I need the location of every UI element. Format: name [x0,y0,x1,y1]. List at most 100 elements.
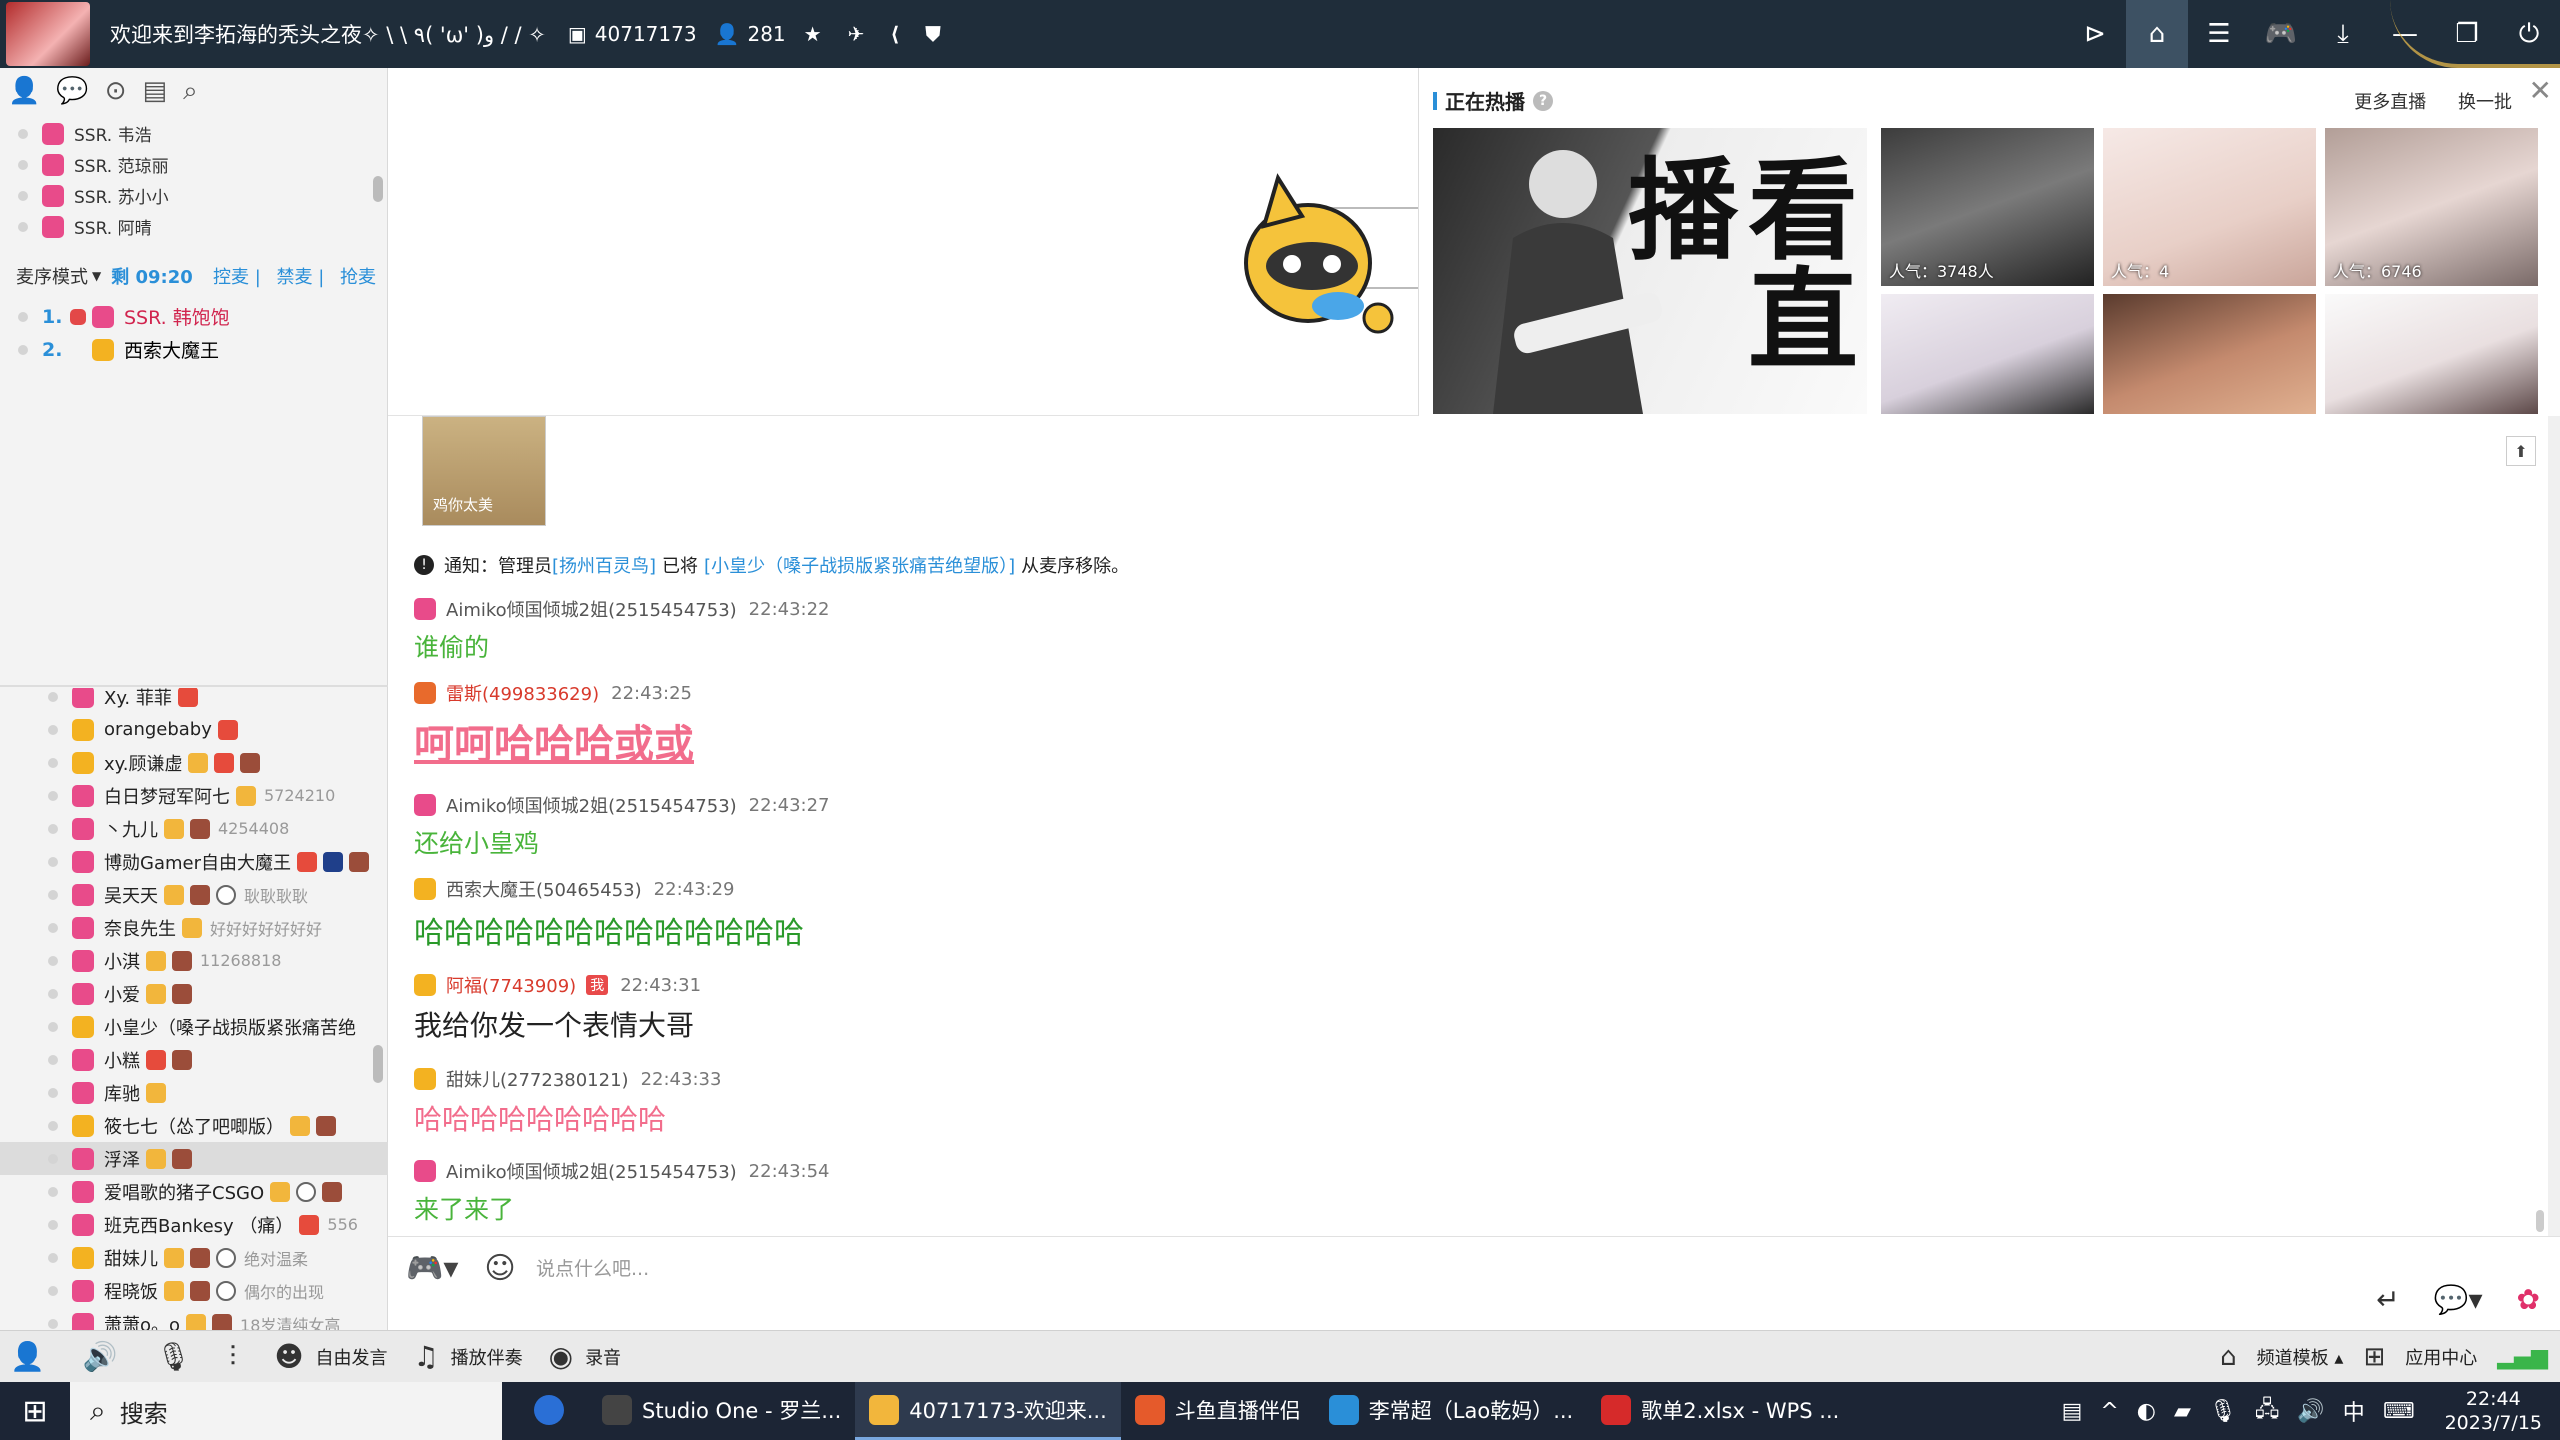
list-item[interactable]: 浮泽 [0,1142,388,1175]
list-item[interactable]: orangebaby [0,713,388,746]
help-icon[interactable]: ? [1533,90,1553,111]
list-item[interactable]: 丶九儿 4254408 [0,812,388,845]
sender-name[interactable]: Aimiko倾国倾城2姐(2515454753) [446,596,737,622]
taskbar-clock[interactable]: 22:44 2023/7/15 [2445,1387,2542,1435]
list-item[interactable]: Xy. 菲菲 [0,688,388,713]
speaker-button[interactable]: 🔊 [83,1340,130,1373]
channel-avatar[interactable] [6,2,90,66]
minimize-button[interactable]: — [2374,0,2436,68]
queue-item[interactable]: 2. 西索大魔王 [0,333,388,366]
live-thumb[interactable] [1881,294,2094,414]
close-icon[interactable]: ✕ [2529,74,2552,107]
channel-home-icon[interactable]: ⌂ [2220,1342,2237,1372]
list-item[interactable]: 小糕 [0,1043,388,1076]
list-item[interactable]: 甜妹儿 绝对温柔 [0,1241,388,1274]
list-item[interactable]: 爱唱歌的猪子CSGO [0,1175,388,1208]
search-icon[interactable]: ⌕ [183,76,198,107]
send-icon[interactable]: ↵ [2376,1283,2399,1316]
restore-button[interactable]: ❐ [2436,0,2498,68]
list-item[interactable]: xy.顾谦虚 [0,746,388,779]
taskbar-app[interactable]: 40717173-欢迎来... [855,1382,1121,1440]
admin-link[interactable]: [扬州百灵鸟] [552,552,656,578]
live-thumb[interactable]: 人气：6746 [2325,128,2538,286]
sender-name[interactable]: 甜妹儿(2772380121) [446,1066,629,1092]
taskbar-app[interactable]: Studio One - 罗兰... [588,1382,855,1440]
list-item[interactable]: SSR. 韦浩 [0,118,387,149]
list-item[interactable]: SSR. 苏小小 [0,180,387,211]
channel-template-button[interactable]: 频道模板 ▴ [2257,1344,2344,1370]
share-button[interactable]: ⟨ [890,22,907,46]
list-item[interactable]: 吴天天 耿耿耿耿 [0,878,388,911]
list-item[interactable]: 小淇 11268818 [0,944,388,977]
chat-input[interactable] [536,1249,2036,1289]
bubble-style-icon[interactable]: 💬▾ [2434,1283,2483,1316]
download-button[interactable]: ⤓ [2312,0,2374,68]
taskbar-app[interactable] [520,1382,588,1440]
app-center-button[interactable]: 应用中心 [2405,1344,2477,1370]
list-item[interactable]: 白日梦冠军阿七 5724210 [0,779,388,812]
profile-icon[interactable]: 👤 [8,76,40,106]
ime-indicator[interactable]: 中 [2343,1395,2365,1427]
list-item[interactable]: 奈良先生 好好好好好好好 [0,911,388,944]
sender-name[interactable]: 阿福(7743909) [446,972,576,998]
list-item[interactable]: SSR. 范琼丽 [0,149,387,180]
list-item[interactable]: 班克西Bankesy （痛） 556 [0,1208,388,1241]
grid-icon[interactable]: ⊞ [2363,1342,2385,1372]
location-icon[interactable]: ⊙ [105,76,127,106]
live-button[interactable]: ⊳ [2064,0,2126,68]
sticker-icon[interactable]: ☺ [484,1251,515,1286]
chat-icon[interactable]: 💬 [56,76,88,106]
record-button[interactable]: ◉ 录音 [549,1340,621,1373]
featured-live-card[interactable]: 看直播 [1433,128,1867,414]
sender-name[interactable]: 雷斯(499833629) [446,680,599,706]
album-icon[interactable]: ▤ [143,76,168,106]
list-item[interactable]: 库驰 [0,1076,388,1109]
refresh-link[interactable]: 换一批 [2458,92,2512,113]
game-button[interactable]: 🎮 [2250,0,2312,68]
mixer-button[interactable]: ⫶ [229,1340,248,1374]
volume-icon[interactable]: 🔊 [2297,1399,2324,1424]
user-list-scrollbar[interactable] [373,1045,383,1083]
tray-app-icon[interactable]: ◐ [2137,1399,2156,1424]
taskbar-search[interactable]: ⌕ 搜索 [70,1382,502,1440]
chevron-up-icon[interactable]: ^ [2100,1399,2118,1424]
flower-gift-icon[interactable]: ✿ [2517,1283,2540,1316]
mic-tray-icon[interactable]: 🎙 [2209,1399,2237,1424]
list-item[interactable]: 程晓饭 偶尔的出现 [0,1274,388,1307]
emoji-gamepad-icon[interactable]: 🎮▾ [406,1251,458,1286]
list-item[interactable]: 萧萧o。o 18岁清纯女高 [0,1307,388,1330]
plane-button[interactable]: ✈ [848,22,873,46]
queue-item[interactable]: 1. SSR. 韩饱饱 [0,300,388,333]
list-button[interactable]: ☰ [2188,0,2250,68]
queue-mode-selector[interactable]: 麦序模式 [16,263,88,289]
news-icon[interactable]: ▤ [2062,1399,2083,1424]
target-user-link[interactable]: [小皇少（嗓子战损版紧张痛苦绝望版）] [704,552,1015,578]
scroll-top-button[interactable]: ⬆ [2506,436,2536,466]
list-item[interactable]: SSR. 阿晴 [0,211,387,242]
live-thumb[interactable] [2325,294,2538,414]
chat-scrollbar[interactable] [2536,1210,2544,1232]
live-thumb[interactable]: 人气：4 [2103,128,2316,286]
control-mic-link[interactable]: 控麦 [213,267,249,288]
keyboard-icon[interactable]: ⌨ [2383,1399,2415,1424]
user-status-button[interactable]: 👤 [10,1340,57,1373]
ban-mic-link[interactable]: 禁麦 [276,267,312,288]
list-item[interactable]: 小皇少（嗓子战损版紧张痛苦绝 [0,1010,388,1043]
taskbar-app[interactable]: 斗鱼直播伴侣 [1121,1382,1315,1440]
more-live-link[interactable]: 更多直播 [2354,92,2426,113]
favorite-button[interactable]: ★ [804,22,830,46]
live-thumb[interactable] [2103,294,2316,414]
sender-name[interactable]: Aimiko倾国倾城2姐(2515454753) [446,792,737,818]
network-icon[interactable]: 🖧 [2255,1392,2280,1430]
top-list-scrollbar[interactable] [373,176,383,202]
sender-name[interactable]: Aimiko倾国倾城2姐(2515454753) [446,1158,737,1184]
home-button[interactable]: ⌂ [2126,0,2188,68]
live-thumb[interactable]: 人气：3748人 [1881,128,2094,286]
list-item[interactable]: 筱七七（怂了吧唧版） [0,1109,388,1142]
mic-button[interactable]: 🎙 [156,1340,204,1373]
taskbar-app[interactable]: 李常超（Lao乾妈）... [1315,1382,1587,1440]
play-music-button[interactable]: ♫ 播放伴奏 [414,1340,523,1373]
power-button[interactable]: ⏻ [2498,0,2560,68]
start-button[interactable]: ⊞ [0,1382,70,1440]
taskbar-app[interactable]: 歌单2.xlsx - WPS ... [1587,1382,1853,1440]
